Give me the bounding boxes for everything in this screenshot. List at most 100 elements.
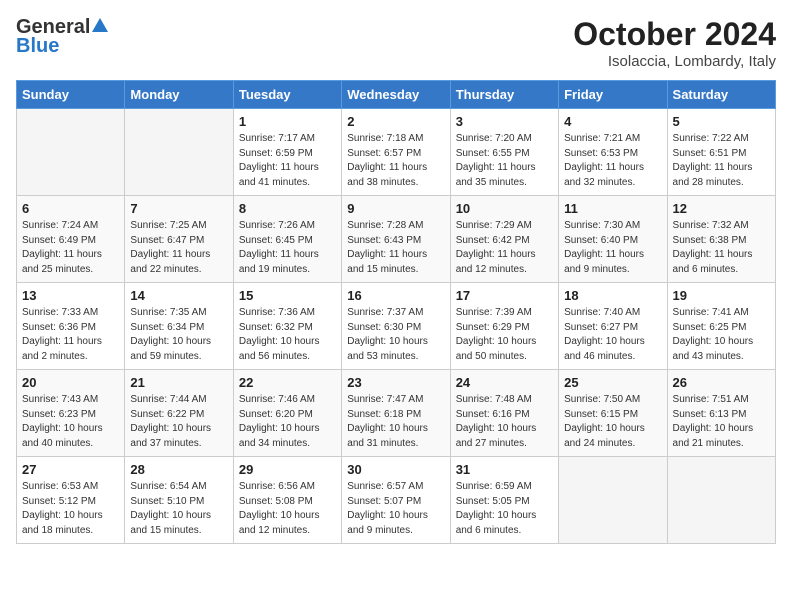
cell-details: Sunrise: 7:36 AMSunset: 6:32 PMDaylight:… xyxy=(239,306,336,364)
day-number: 6 xyxy=(22,201,119,216)
calendar-cell: 9 Sunrise: 7:28 AMSunset: 6:43 PMDaylight… xyxy=(342,196,450,283)
calendar-cell: 13 Sunrise: 7:33 AMSunset: 6:36 PMDayligh… xyxy=(17,283,125,370)
day-number: 31 xyxy=(456,462,553,477)
calendar-week-row: 1 Sunrise: 7:17 AMSunset: 6:59 PMDaylight… xyxy=(17,109,776,196)
cell-details: Sunrise: 7:29 AMSunset: 6:42 PMDaylight:… xyxy=(456,219,553,277)
cell-details: Sunrise: 6:54 AMSunset: 5:10 PMDaylight:… xyxy=(130,480,227,538)
calendar-cell: 7 Sunrise: 7:25 AMSunset: 6:47 PMDaylight… xyxy=(125,196,233,283)
calendar-cell: 24 Sunrise: 7:48 AMSunset: 6:16 PMDayligh… xyxy=(450,370,558,457)
calendar-cell: 1 Sunrise: 7:17 AMSunset: 6:59 PMDaylight… xyxy=(233,109,341,196)
title-area: October 2024 Isolaccia, Lombardy, Italy xyxy=(573,16,776,70)
logo-triangle-icon xyxy=(92,18,108,37)
day-number: 14 xyxy=(130,288,227,303)
cell-details: Sunrise: 7:28 AMSunset: 6:43 PMDaylight:… xyxy=(347,219,444,277)
day-number: 27 xyxy=(22,462,119,477)
cell-details: Sunrise: 7:41 AMSunset: 6:25 PMDaylight:… xyxy=(673,306,770,364)
cell-details: Sunrise: 7:30 AMSunset: 6:40 PMDaylight:… xyxy=(564,219,661,277)
calendar-cell: 29 Sunrise: 6:56 AMSunset: 5:08 PMDayligh… xyxy=(233,457,341,544)
cell-details: Sunrise: 7:51 AMSunset: 6:13 PMDaylight:… xyxy=(673,393,770,451)
calendar-cell: 11Sunrise: 7:30 AMSunset: 6:40 PMDayligh… xyxy=(559,196,667,283)
calendar-cell: 10 Sunrise: 7:29 AMSunset: 6:42 PMDayligh… xyxy=(450,196,558,283)
location-subtitle: Isolaccia, Lombardy, Italy xyxy=(573,53,776,70)
day-number: 23 xyxy=(347,375,444,390)
cell-details: Sunrise: 6:59 AMSunset: 5:05 PMDaylight:… xyxy=(456,480,553,538)
month-year-title: October 2024 xyxy=(573,16,776,53)
day-number: 20 xyxy=(22,375,119,390)
day-number: 24 xyxy=(456,375,553,390)
calendar-cell: 14 Sunrise: 7:35 AMSunset: 6:34 PMDayligh… xyxy=(125,283,233,370)
cell-details: Sunrise: 7:37 AMSunset: 6:30 PMDaylight:… xyxy=(347,306,444,364)
cell-details: Sunrise: 7:39 AMSunset: 6:29 PMDaylight:… xyxy=(456,306,553,364)
calendar-cell: 5Sunrise: 7:22 AMSunset: 6:51 PMDaylight… xyxy=(667,109,775,196)
calendar-table: SundayMondayTuesdayWednesdayThursdayFrid… xyxy=(16,80,776,544)
calendar-cell xyxy=(125,109,233,196)
col-header-wednesday: Wednesday xyxy=(342,81,450,109)
day-number: 9 xyxy=(347,201,444,216)
cell-details: Sunrise: 6:56 AMSunset: 5:08 PMDaylight:… xyxy=(239,480,336,538)
calendar-cell: 6 Sunrise: 7:24 AMSunset: 6:49 PMDaylight… xyxy=(17,196,125,283)
day-number: 19 xyxy=(673,288,770,303)
cell-details: Sunrise: 7:48 AMSunset: 6:16 PMDaylight:… xyxy=(456,393,553,451)
col-header-thursday: Thursday xyxy=(450,81,558,109)
calendar-cell: 3 Sunrise: 7:20 AMSunset: 6:55 PMDaylight… xyxy=(450,109,558,196)
day-number: 25 xyxy=(564,375,661,390)
calendar-cell: 17Sunrise: 7:39 AMSunset: 6:29 PMDayligh… xyxy=(450,283,558,370)
cell-details: Sunrise: 7:25 AMSunset: 6:47 PMDaylight:… xyxy=(130,219,227,277)
day-number: 3 xyxy=(456,114,553,129)
cell-details: Sunrise: 7:32 AMSunset: 6:38 PMDaylight:… xyxy=(673,219,770,277)
calendar-cell: 16 Sunrise: 7:37 AMSunset: 6:30 PMDayligh… xyxy=(342,283,450,370)
calendar-cell: 27 Sunrise: 6:53 AMSunset: 5:12 PMDayligh… xyxy=(17,457,125,544)
col-header-saturday: Saturday xyxy=(667,81,775,109)
cell-details: Sunrise: 7:17 AMSunset: 6:59 PMDaylight:… xyxy=(239,132,336,190)
day-number: 22 xyxy=(239,375,336,390)
logo-blue: Blue xyxy=(16,35,59,58)
cell-details: Sunrise: 7:47 AMSunset: 6:18 PMDaylight:… xyxy=(347,393,444,451)
calendar-cell: 20 Sunrise: 7:43 AMSunset: 6:23 PMDayligh… xyxy=(17,370,125,457)
calendar-cell: 28 Sunrise: 6:54 AMSunset: 5:10 PMDayligh… xyxy=(125,457,233,544)
day-number: 7 xyxy=(130,201,227,216)
col-header-monday: Monday xyxy=(125,81,233,109)
cell-details: Sunrise: 7:35 AMSunset: 6:34 PMDaylight:… xyxy=(130,306,227,364)
day-number: 21 xyxy=(130,375,227,390)
calendar-cell: 31 Sunrise: 6:59 AMSunset: 5:05 PMDayligh… xyxy=(450,457,558,544)
day-number: 15 xyxy=(239,288,336,303)
calendar-week-row: 6 Sunrise: 7:24 AMSunset: 6:49 PMDaylight… xyxy=(17,196,776,283)
day-number: 12 xyxy=(673,201,770,216)
cell-details: Sunrise: 7:26 AMSunset: 6:45 PMDaylight:… xyxy=(239,219,336,277)
calendar-cell: 21 Sunrise: 7:44 AMSunset: 6:22 PMDayligh… xyxy=(125,370,233,457)
cell-details: Sunrise: 7:20 AMSunset: 6:55 PMDaylight:… xyxy=(456,132,553,190)
calendar-week-row: 13 Sunrise: 7:33 AMSunset: 6:36 PMDayligh… xyxy=(17,283,776,370)
day-number: 29 xyxy=(239,462,336,477)
calendar-cell xyxy=(667,457,775,544)
calendar-cell: 18Sunrise: 7:40 AMSunset: 6:27 PMDayligh… xyxy=(559,283,667,370)
calendar-cell: 23 Sunrise: 7:47 AMSunset: 6:18 PMDayligh… xyxy=(342,370,450,457)
calendar-cell: 4 Sunrise: 7:21 AMSunset: 6:53 PMDaylight… xyxy=(559,109,667,196)
calendar-header-row: SundayMondayTuesdayWednesdayThursdayFrid… xyxy=(17,81,776,109)
day-number: 16 xyxy=(347,288,444,303)
day-number: 26 xyxy=(673,375,770,390)
cell-details: Sunrise: 6:53 AMSunset: 5:12 PMDaylight:… xyxy=(22,480,119,538)
cell-details: Sunrise: 7:21 AMSunset: 6:53 PMDaylight:… xyxy=(564,132,661,190)
cell-details: Sunrise: 7:50 AMSunset: 6:15 PMDaylight:… xyxy=(564,393,661,451)
calendar-cell: 19 Sunrise: 7:41 AMSunset: 6:25 PMDayligh… xyxy=(667,283,775,370)
cell-details: Sunrise: 6:57 AMSunset: 5:07 PMDaylight:… xyxy=(347,480,444,538)
day-number: 28 xyxy=(130,462,227,477)
calendar-cell xyxy=(17,109,125,196)
day-number: 4 xyxy=(564,114,661,129)
day-number: 1 xyxy=(239,114,336,129)
logo: General Blue xyxy=(16,16,108,58)
cell-details: Sunrise: 7:33 AMSunset: 6:36 PMDaylight:… xyxy=(22,306,119,364)
cell-details: Sunrise: 7:18 AMSunset: 6:57 PMDaylight:… xyxy=(347,132,444,190)
calendar-cell: 22Sunrise: 7:46 AMSunset: 6:20 PMDayligh… xyxy=(233,370,341,457)
day-number: 10 xyxy=(456,201,553,216)
day-number: 8 xyxy=(239,201,336,216)
calendar-cell: 26 Sunrise: 7:51 AMSunset: 6:13 PMDayligh… xyxy=(667,370,775,457)
cell-details: Sunrise: 7:43 AMSunset: 6:23 PMDaylight:… xyxy=(22,393,119,451)
cell-details: Sunrise: 7:24 AMSunset: 6:49 PMDaylight:… xyxy=(22,219,119,277)
day-number: 13 xyxy=(22,288,119,303)
page-header: General Blue October 2024 Isolaccia, Lom… xyxy=(16,16,776,70)
cell-details: Sunrise: 7:44 AMSunset: 6:22 PMDaylight:… xyxy=(130,393,227,451)
calendar-cell: 30 Sunrise: 6:57 AMSunset: 5:07 PMDayligh… xyxy=(342,457,450,544)
calendar-cell xyxy=(559,457,667,544)
day-number: 30 xyxy=(347,462,444,477)
